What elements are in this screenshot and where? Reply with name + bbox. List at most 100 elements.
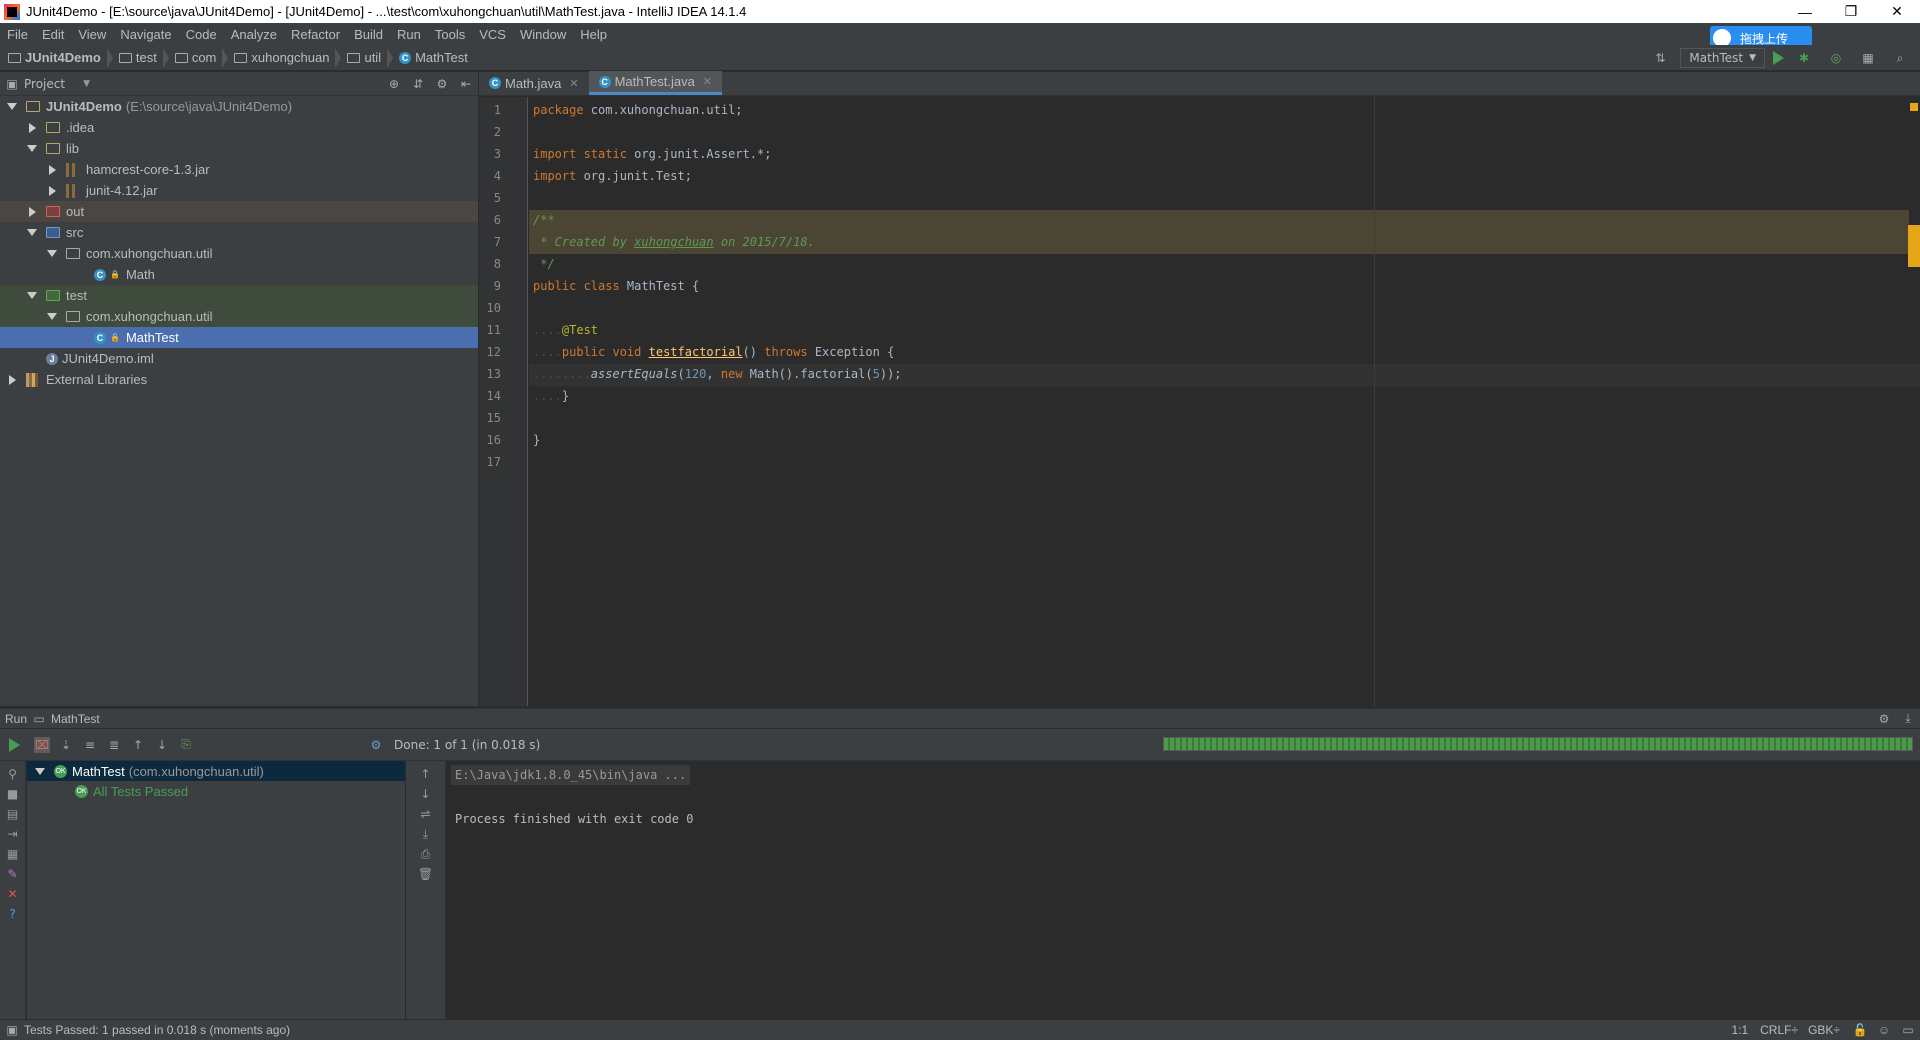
tree-item[interactable]: External Libraries (0, 369, 478, 390)
breadcrumb-project[interactable]: JUnit4Demo (0, 48, 116, 68)
project-structure-icon[interactable]: ▦ (1860, 50, 1876, 66)
locate-icon[interactable]: ⊕ (386, 76, 402, 92)
code-line[interactable]: ....public void testfactorial() throws E… (533, 341, 894, 363)
menu-edit[interactable]: Edit (35, 27, 71, 42)
code-line[interactable]: * Created by xuhongchuan on 2015/7/18. (533, 231, 815, 253)
line-separator[interactable]: CRLF÷ (1760, 1023, 1798, 1037)
menu-help[interactable]: Help (573, 27, 614, 42)
expand-arrow-icon[interactable] (47, 250, 57, 257)
gear-icon[interactable]: ⚙ (434, 76, 450, 92)
inspector-icon[interactable]: ☺ (1876, 1022, 1892, 1038)
export-icon[interactable]: ⎘ (178, 737, 194, 753)
menu-build[interactable]: Build (347, 27, 390, 42)
print-icon[interactable]: ⎙ (419, 847, 433, 861)
tree-item[interactable]: com.xuhongchuan.util (0, 243, 478, 264)
rerun-icon[interactable] (9, 737, 20, 752)
console-output[interactable]: E:\Java\jdk1.8.0_45\bin\java ... Process… (447, 761, 1920, 1019)
tree-item[interactable]: J JUnit4Demo.iml (0, 348, 478, 369)
tree-item[interactable]: out (0, 201, 478, 222)
menu-refactor[interactable]: Refactor (284, 27, 347, 42)
stop-icon[interactable]: ■ (6, 787, 20, 801)
file-encoding[interactable]: GBK÷ (1808, 1023, 1840, 1037)
dump-icon[interactable]: ▤ (6, 807, 20, 821)
collapse-arrow-icon[interactable] (9, 374, 16, 385)
breadcrumb-com[interactable]: com (172, 48, 232, 68)
collapse-all-icon[interactable]: ≣ (106, 737, 122, 753)
arrow-up-icon[interactable]: ↑ (419, 767, 433, 781)
tree-item[interactable]: junit-4.12.jar (0, 180, 478, 201)
code-line[interactable]: } (533, 429, 540, 451)
menu-tools[interactable]: Tools (428, 27, 472, 42)
menu-analyze[interactable]: Analyze (224, 27, 284, 42)
hide-passed-icon[interactable]: ⌧ (34, 736, 50, 753)
collapse-arrow-icon[interactable] (29, 206, 36, 217)
menu-file[interactable]: File (0, 27, 35, 42)
tree-item[interactable]: JUnit4Demo (E:\source\java\JUnit4Demo) (0, 96, 478, 117)
tree-item[interactable]: C 🔒 MathTest (0, 327, 478, 348)
arrow-down-icon[interactable]: ↓ (419, 787, 433, 801)
hide-icon[interactable]: ⤓ (1900, 711, 1916, 727)
menu-code[interactable]: Code (179, 27, 224, 42)
collapse-arrow-icon[interactable] (49, 164, 56, 175)
hide-icon[interactable]: ⇤ (458, 76, 474, 92)
collapse-arrow-icon[interactable] (29, 122, 36, 133)
tree-item[interactable]: .idea (0, 117, 478, 138)
tree-item[interactable]: test (0, 285, 478, 306)
breadcrumb-test[interactable]: test (116, 48, 172, 68)
menu-vcs[interactable]: VCS (472, 27, 513, 42)
run-config-select[interactable]: MathTest ▼ (1680, 48, 1765, 68)
code-line[interactable]: import org.junit.Test; (533, 165, 692, 187)
event-log-icon[interactable]: ▭ (1900, 1022, 1916, 1038)
close-icon[interactable]: ✕ (703, 75, 712, 88)
make-icon[interactable]: ⇅ (1652, 50, 1668, 66)
close-icon[interactable]: ✕ (6, 887, 20, 901)
status-message[interactable]: Tests Passed: 1 passed in 0.018 s (momen… (24, 1023, 290, 1037)
menu-navigate[interactable]: Navigate (113, 27, 178, 42)
code-line[interactable]: ....} (533, 385, 569, 407)
code-line[interactable]: package com.xuhongchuan.util; (533, 99, 743, 121)
exit-icon[interactable]: ⇥ (6, 827, 20, 841)
project-panel-title[interactable]: Project (24, 77, 65, 91)
expand-all-icon[interactable]: ≡ (82, 737, 98, 753)
warning-marker-icon[interactable] (1910, 103, 1918, 111)
close-icon[interactable]: ✕ (569, 77, 578, 90)
tree-item[interactable]: src (0, 222, 478, 243)
scroll-to-end-icon[interactable]: ⤓ (419, 827, 433, 841)
gear-icon[interactable]: ⚙ (1876, 711, 1892, 727)
help-icon[interactable]: ? (6, 907, 20, 921)
code-editor[interactable]: package com.xuhongchuan.util; import stat… (529, 97, 1920, 706)
gear-icon[interactable]: ⚙ (368, 737, 384, 753)
breadcrumb-xuhongchuan[interactable]: xuhongchuan (231, 48, 344, 68)
expand-arrow-icon[interactable] (35, 767, 45, 775)
all-tests-passed-row[interactable]: OK All Tests Passed (75, 782, 188, 800)
expand-arrow-icon[interactable] (27, 229, 37, 236)
search-icon[interactable]: ⌕ (1892, 50, 1908, 66)
tree-item[interactable]: com.xuhongchuan.util (0, 306, 478, 327)
next-failed-icon[interactable]: ↓ (154, 737, 170, 753)
tree-item[interactable]: lib (0, 138, 478, 159)
expand-arrow-icon[interactable] (27, 145, 37, 152)
restore-button[interactable]: ❐ (1828, 0, 1874, 23)
close-button[interactable]: ✕ (1874, 0, 1920, 23)
console-command-line[interactable]: E:\Java\jdk1.8.0_45\bin\java ... (451, 765, 691, 785)
breadcrumb-util[interactable]: util (344, 48, 396, 68)
minimize-button[interactable]: — (1782, 0, 1828, 23)
breadcrumb-mathtest[interactable]: C MathTest (396, 50, 471, 65)
sort-alpha-icon[interactable]: ⇣ (58, 737, 74, 753)
chevron-down-icon[interactable]: ▼ (83, 79, 90, 89)
collapse-all-icon[interactable]: ⇵ (410, 76, 426, 92)
menu-window[interactable]: Window (513, 27, 573, 42)
menu-view[interactable]: View (71, 27, 113, 42)
test-suite-row[interactable]: OK MathTest (com.xuhongchuan.util) (27, 761, 405, 781)
soft-wrap-icon[interactable]: ⇌ (419, 807, 433, 821)
tree-item[interactable]: hamcrest-core-1.3.jar (0, 159, 478, 180)
tree-item[interactable]: C 🔒 Math (0, 264, 478, 285)
debug-icon[interactable]: ✱ (1796, 50, 1812, 66)
code-line[interactable]: import static org.junit.Assert.*; (533, 143, 771, 165)
expand-arrow-icon[interactable] (47, 313, 57, 320)
pin-icon[interactable]: ⚲ (6, 767, 20, 781)
code-line[interactable]: /** (533, 209, 555, 231)
previous-failed-icon[interactable]: ↑ (130, 737, 146, 753)
coverage-icon[interactable]: ◎ (1828, 50, 1844, 66)
tab-math-java[interactable]: C Math.java ✕ (479, 71, 589, 95)
